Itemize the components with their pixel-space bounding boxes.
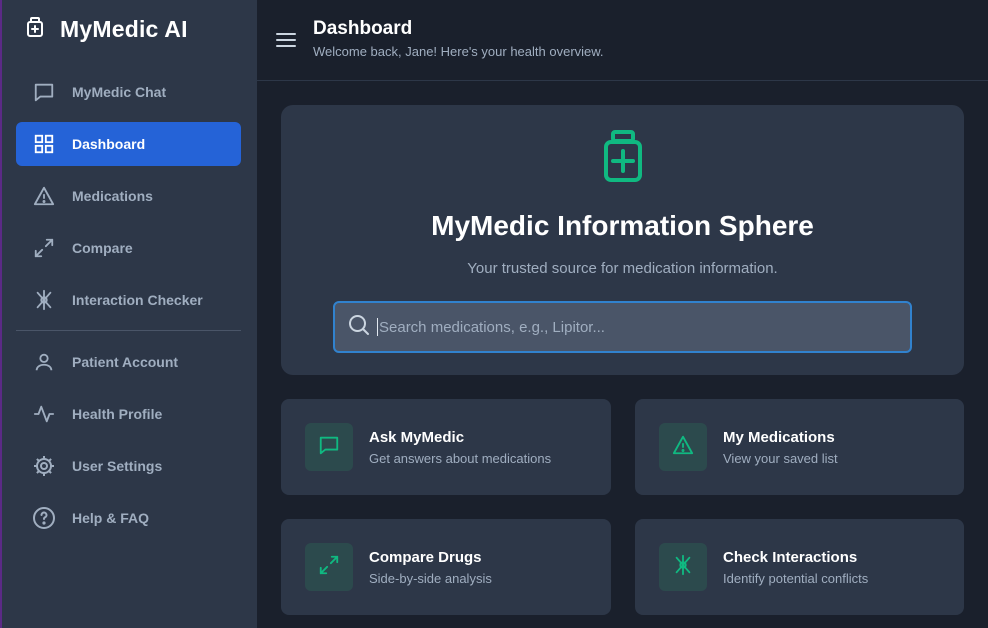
sidebar-item-mymedic-chat[interactable]: MyMedic Chat xyxy=(16,70,241,114)
card-description: View your saved list xyxy=(723,450,838,466)
help-circle-icon xyxy=(32,506,56,530)
hero-subtitle: Your trusted source for medication infor… xyxy=(467,260,778,277)
card-text: Check Interactions Identify potential co… xyxy=(723,549,868,586)
card-icon-box xyxy=(305,423,353,471)
sidebar-item-label: Help & FAQ xyxy=(72,510,150,526)
sidebar-divider xyxy=(16,330,241,331)
card-text: Ask MyMedic Get answers about medication… xyxy=(369,429,551,466)
page-subtitle: Welcome back, Jane! Here's your health o… xyxy=(313,43,604,59)
header-text: Dashboard Welcome back, Jane! Here's you… xyxy=(313,18,604,59)
sidebar-item-label: Interaction Checker xyxy=(72,292,203,308)
sidebar-item-label: MyMedic Chat xyxy=(72,84,167,100)
grid-icon xyxy=(32,132,56,156)
interaction-icon xyxy=(32,288,56,312)
card-icon-box xyxy=(659,543,707,591)
sidebar-item-user-settings[interactable]: User Settings xyxy=(16,444,241,488)
card-icon-box xyxy=(305,543,353,591)
card-description: Identify potential conflicts xyxy=(723,570,869,586)
expand-arrows-icon xyxy=(32,236,56,260)
sidebar-item-patient-account[interactable]: Patient Account xyxy=(16,340,241,384)
medicine-bottle-icon xyxy=(603,129,643,188)
card-description: Get answers about medications xyxy=(369,450,552,466)
chat-bubble-icon xyxy=(318,434,340,461)
expand-arrows-icon xyxy=(318,554,340,581)
warning-triangle-icon xyxy=(32,184,56,208)
chat-bubble-icon xyxy=(32,80,56,104)
sidebar-item-dashboard[interactable]: Dashboard xyxy=(16,122,241,166)
card-description: Side-by-side analysis xyxy=(369,570,492,586)
search-input[interactable] xyxy=(377,318,910,336)
top-bar: Dashboard Welcome back, Jane! Here's you… xyxy=(257,0,988,81)
app-title: MyMedic AI xyxy=(60,15,188,42)
medicine-bottle-icon xyxy=(26,16,44,42)
search-box[interactable] xyxy=(333,301,912,353)
dashboard-content: MyMedic Information Sphere Your trusted … xyxy=(257,81,988,615)
card-title: My Medications xyxy=(723,428,835,446)
sidebar-nav: MyMedic Chat Dashboard Medications Compa… xyxy=(16,70,241,548)
main-area: Dashboard Welcome back, Jane! Here's you… xyxy=(257,0,988,628)
page-title: Dashboard xyxy=(313,17,413,39)
ask-mymedic-card[interactable]: Ask MyMedic Get answers about medication… xyxy=(281,399,611,495)
sidebar: MyMedic AI MyMedic Chat Dashboard Medica… xyxy=(0,0,257,628)
sidebar-item-label: Health Profile xyxy=(72,406,163,422)
hero-title: MyMedic Information Sphere xyxy=(431,210,814,241)
gear-icon xyxy=(32,454,56,478)
sidebar-item-label: Medications xyxy=(72,188,153,204)
card-text: My Medications View your saved list xyxy=(723,429,838,466)
card-title: Compare Drugs xyxy=(369,548,482,566)
sidebar-item-health-profile[interactable]: Health Profile xyxy=(16,392,241,436)
compare-drugs-card[interactable]: Compare Drugs Side-by-side analysis xyxy=(281,519,611,615)
hamburger-menu-icon[interactable] xyxy=(275,29,297,51)
quick-actions-grid: Ask MyMedic Get answers about medication… xyxy=(281,399,964,615)
interaction-icon xyxy=(672,554,694,581)
sidebar-item-compare[interactable]: Compare xyxy=(16,226,241,270)
sidebar-item-label: Patient Account xyxy=(72,354,179,370)
warning-triangle-icon xyxy=(671,434,695,461)
sidebar-item-label: Dashboard xyxy=(72,136,146,152)
card-title: Check Interactions xyxy=(723,548,858,566)
sidebar-item-label: Compare xyxy=(72,240,133,256)
sidebar-item-label: User Settings xyxy=(72,458,163,474)
check-interactions-card[interactable]: Check Interactions Identify potential co… xyxy=(635,519,964,615)
search-icon xyxy=(347,313,371,342)
sidebar-item-help-faq[interactable]: Help & FAQ xyxy=(16,496,241,540)
user-icon xyxy=(32,350,56,374)
hero-panel: MyMedic Information Sphere Your trusted … xyxy=(281,105,964,375)
sidebar-item-interaction-checker[interactable]: Interaction Checker xyxy=(16,278,241,322)
window-edge xyxy=(0,0,2,628)
card-icon-box xyxy=(659,423,707,471)
brand: MyMedic AI xyxy=(16,0,241,58)
card-text: Compare Drugs Side-by-side analysis xyxy=(369,549,492,586)
card-title: Ask MyMedic xyxy=(369,428,465,446)
sidebar-item-medications[interactable]: Medications xyxy=(16,174,241,218)
activity-icon xyxy=(32,402,56,426)
my-medications-card[interactable]: My Medications View your saved list xyxy=(635,399,964,495)
